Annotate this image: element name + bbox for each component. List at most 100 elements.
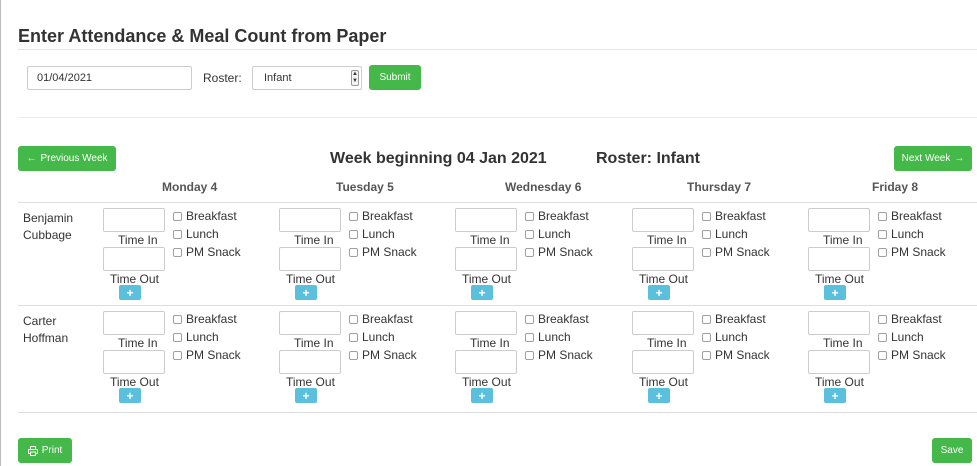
meal-checkbox-pm-snack[interactable]: PM Snack (525, 348, 593, 362)
time-in-input[interactable] (632, 208, 694, 232)
meal-checkbox-pm-snack[interactable]: PM Snack (349, 348, 417, 362)
time-in-input[interactable] (103, 208, 165, 232)
checkbox[interactable] (349, 332, 358, 342)
checkbox[interactable] (349, 314, 358, 324)
meal-checkbox-lunch[interactable]: Lunch (878, 227, 924, 241)
meal-checkbox-lunch[interactable]: Lunch (702, 330, 748, 344)
add-time-button[interactable]: + (295, 285, 317, 300)
roster-select-value: Infant (264, 72, 292, 84)
checkbox[interactable] (525, 211, 534, 221)
attendance-cell-friday: Time In Time Out + Breakfast Lunch PM Snack (808, 208, 977, 303)
time-out-input[interactable] (455, 247, 517, 271)
checkbox[interactable] (702, 332, 711, 342)
checkbox[interactable] (173, 314, 182, 324)
add-time-button[interactable]: + (648, 388, 670, 403)
meal-checkbox-pm-snack[interactable]: PM Snack (525, 245, 593, 259)
time-out-input[interactable] (632, 350, 694, 374)
checkbox[interactable] (878, 211, 887, 221)
meal-checkbox-lunch[interactable]: Lunch (173, 330, 219, 344)
add-time-button[interactable]: + (295, 388, 317, 403)
meal-checkbox-breakfast[interactable]: Breakfast (349, 209, 413, 223)
meal-checkbox-pm-snack[interactable]: PM Snack (173, 348, 241, 362)
checkbox[interactable] (349, 211, 358, 221)
time-in-input[interactable] (808, 311, 870, 335)
time-out-input[interactable] (632, 247, 694, 271)
time-out-input[interactable] (808, 247, 870, 271)
checkbox[interactable] (173, 229, 182, 239)
checkbox[interactable] (173, 247, 182, 257)
meal-checkbox-pm-snack[interactable]: PM Snack (349, 245, 417, 259)
meal-checkbox-lunch[interactable]: Lunch (878, 330, 924, 344)
checkbox[interactable] (878, 350, 887, 360)
time-out-input[interactable] (103, 247, 165, 271)
meal-checkbox-breakfast[interactable]: Breakfast (702, 312, 766, 326)
add-time-button[interactable]: + (471, 388, 493, 403)
checkbox[interactable] (702, 247, 711, 257)
checkbox[interactable] (525, 229, 534, 239)
add-time-button[interactable]: + (471, 285, 493, 300)
checkbox[interactable] (702, 350, 711, 360)
meal-checkbox-lunch[interactable]: Lunch (173, 227, 219, 241)
meal-checkbox-lunch[interactable]: Lunch (349, 227, 395, 241)
previous-week-button[interactable]: ← Previous Week (18, 146, 116, 171)
roster-select[interactable]: Infant ▲ ▼ (252, 66, 362, 90)
meal-checkbox-breakfast[interactable]: Breakfast (878, 209, 942, 223)
checkbox[interactable] (878, 247, 887, 257)
time-out-input[interactable] (455, 350, 517, 374)
add-time-button[interactable]: + (119, 285, 141, 300)
checkbox[interactable] (173, 332, 182, 342)
checkbox[interactable] (525, 332, 534, 342)
time-in-input[interactable] (279, 311, 341, 335)
checkbox[interactable] (525, 314, 534, 324)
meal-checkbox-breakfast[interactable]: Breakfast (702, 209, 766, 223)
meal-checkbox-breakfast[interactable]: Breakfast (878, 312, 942, 326)
meal-checkbox-breakfast[interactable]: Breakfast (173, 209, 237, 223)
time-out-input[interactable] (103, 350, 165, 374)
time-in-input[interactable] (455, 208, 517, 232)
meal-checkbox-breakfast[interactable]: Breakfast (173, 312, 237, 326)
time-in-input[interactable] (103, 311, 165, 335)
add-time-button[interactable]: + (648, 285, 670, 300)
date-input[interactable] (27, 66, 192, 90)
time-out-input[interactable] (279, 350, 341, 374)
meal-checkbox-lunch[interactable]: Lunch (702, 227, 748, 241)
add-time-button[interactable]: + (119, 388, 141, 403)
time-out-input[interactable] (279, 247, 341, 271)
checkbox[interactable] (878, 314, 887, 324)
time-in-input[interactable] (279, 208, 341, 232)
meal-checkbox-lunch[interactable]: Lunch (525, 227, 571, 241)
checkbox[interactable] (525, 247, 534, 257)
next-week-button[interactable]: Next Week → (894, 146, 972, 171)
time-in-input[interactable] (632, 311, 694, 335)
meal-checkbox-breakfast[interactable]: Breakfast (525, 209, 589, 223)
meal-checkbox-breakfast[interactable]: Breakfast (525, 312, 589, 326)
meal-checkbox-lunch[interactable]: Lunch (349, 330, 395, 344)
checkbox[interactable] (349, 247, 358, 257)
meal-checkbox-pm-snack[interactable]: PM Snack (878, 245, 946, 259)
time-in-input[interactable] (808, 208, 870, 232)
checkbox[interactable] (349, 229, 358, 239)
checkbox[interactable] (525, 350, 534, 360)
checkbox[interactable] (878, 332, 887, 342)
meal-checkbox-pm-snack[interactable]: PM Snack (173, 245, 241, 259)
time-out-input[interactable] (808, 350, 870, 374)
print-button[interactable]: Print (18, 438, 72, 463)
save-button[interactable]: Save (932, 438, 972, 463)
meal-checkbox-pm-snack[interactable]: PM Snack (702, 245, 770, 259)
checkbox[interactable] (878, 229, 887, 239)
meal-checkbox-pm-snack[interactable]: PM Snack (702, 348, 770, 362)
checkbox[interactable] (173, 350, 182, 360)
add-time-button[interactable]: + (824, 388, 846, 403)
checkbox[interactable] (702, 211, 711, 221)
meal-checkbox-breakfast[interactable]: Breakfast (349, 312, 413, 326)
checkbox[interactable] (702, 314, 711, 324)
submit-button[interactable]: Submit (369, 65, 421, 90)
meal-checkbox-pm-snack[interactable]: PM Snack (878, 348, 946, 362)
time-in-input[interactable] (455, 311, 517, 335)
checkbox[interactable] (173, 211, 182, 221)
arrow-right-icon: → (954, 153, 965, 164)
add-time-button[interactable]: + (824, 285, 846, 300)
meal-checkbox-lunch[interactable]: Lunch (525, 330, 571, 344)
checkbox[interactable] (702, 229, 711, 239)
checkbox[interactable] (349, 350, 358, 360)
